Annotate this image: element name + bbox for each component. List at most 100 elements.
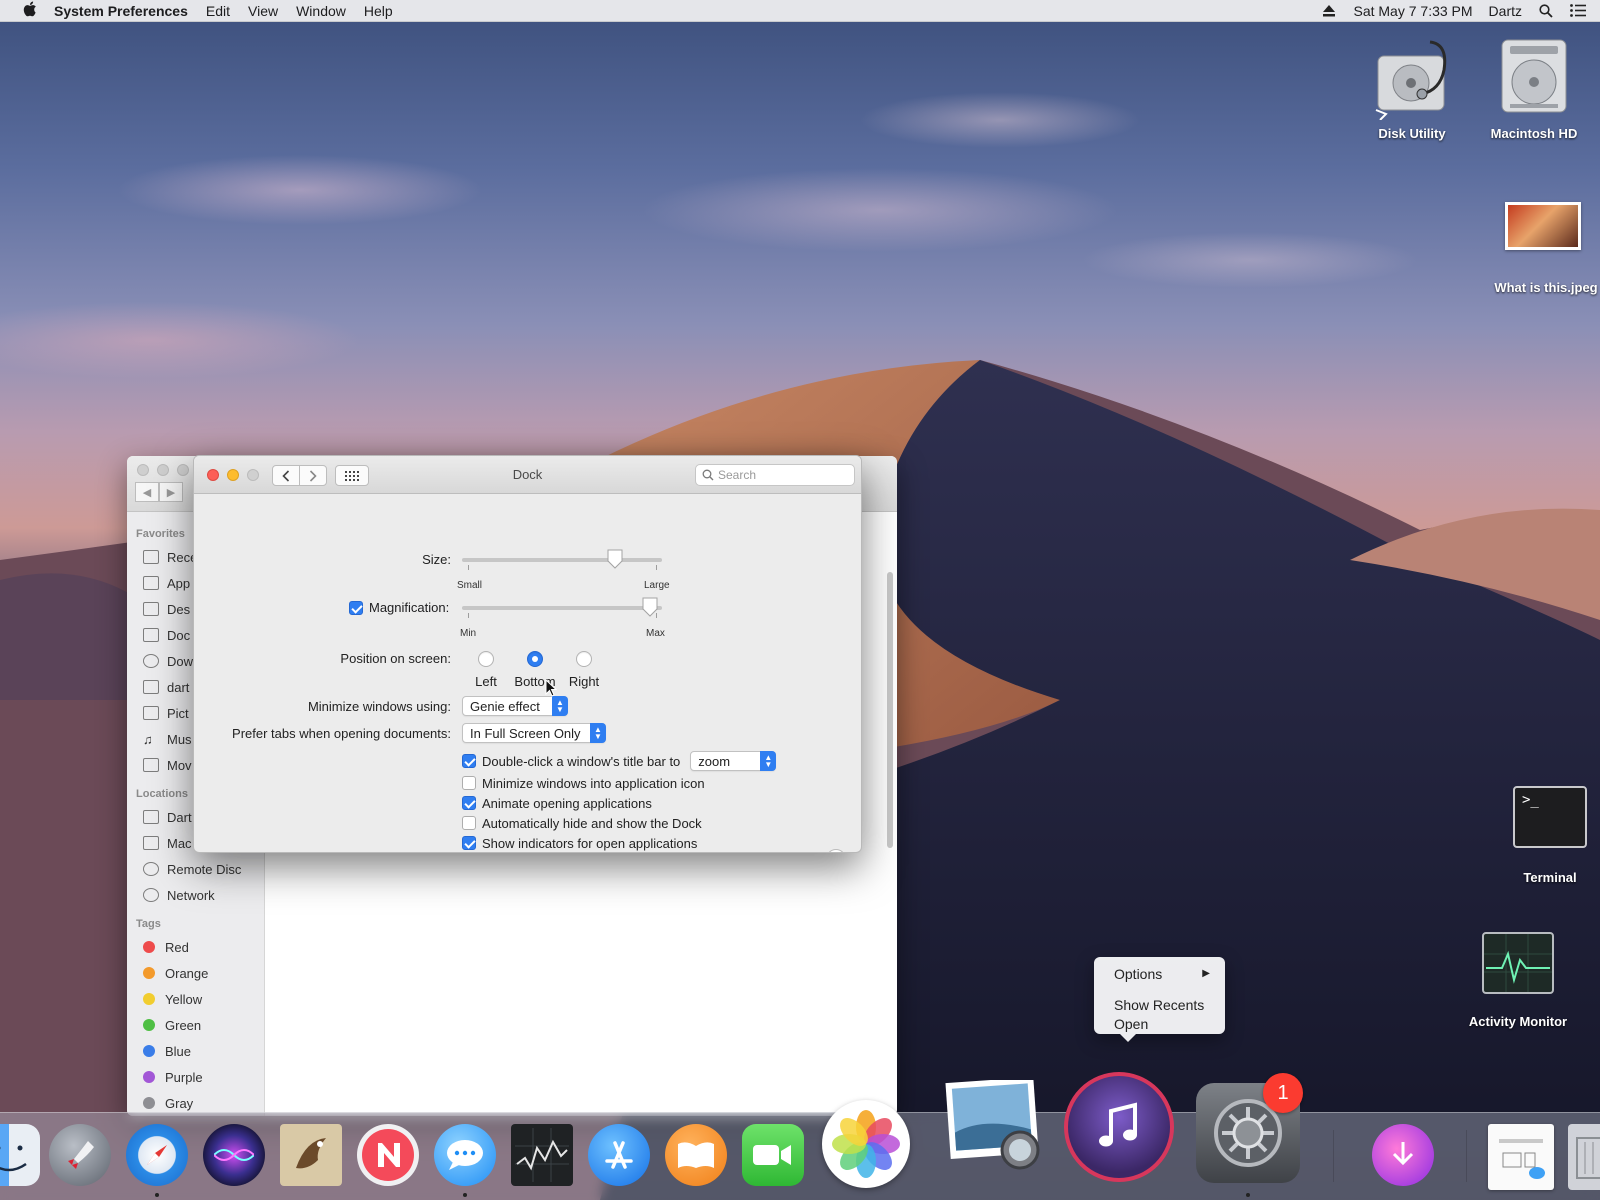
show-recents-label: Show Recents (1114, 997, 1205, 1013)
context-menu-show-recents[interactable]: Show Recents (1114, 997, 1210, 1013)
dock-facetime-icon[interactable] (742, 1124, 804, 1186)
mouse-pointer-icon (545, 679, 557, 697)
desktop-icon-activity-monitor[interactable]: Activity Monitor (1458, 932, 1578, 1029)
dock-books-icon[interactable] (665, 1124, 727, 1186)
apple-menu-icon[interactable] (20, 1, 40, 21)
dock-finder-icon[interactable] (0, 1124, 40, 1186)
dock-option-checkbox[interactable] (462, 796, 476, 810)
macintosh-hd-label: Macintosh HD (1490, 126, 1578, 141)
desktop-icon-macintosh-hd[interactable]: Macintosh HD (1474, 34, 1594, 141)
minimize-button[interactable] (227, 469, 239, 481)
eject-icon[interactable] (1321, 3, 1337, 19)
search-icon (702, 469, 714, 481)
position-right-radio[interactable] (576, 651, 592, 667)
menu-window[interactable]: Window (296, 3, 346, 19)
prefs-titlebar[interactable]: Dock (194, 456, 861, 494)
size-slider[interactable] (462, 548, 662, 572)
tag-label: Gray (165, 1095, 194, 1111)
finder-zoom-button[interactable] (177, 464, 189, 476)
dock-stocks-icon[interactable] (511, 1124, 573, 1186)
dock-safari-icon[interactable] (126, 1124, 188, 1186)
forward-button[interactable] (299, 465, 327, 486)
menu-help[interactable]: Help (364, 3, 393, 19)
finder-minimize-button[interactable] (157, 464, 169, 476)
desktop-icon-terminal[interactable]: >_ Terminal (1490, 786, 1600, 885)
dock-siri-icon[interactable] (203, 1124, 265, 1186)
terminal-label: Terminal (1523, 870, 1577, 885)
dock-launchpad-icon[interactable] (49, 1124, 111, 1186)
magnification-slider[interactable] (462, 596, 662, 620)
dock-preview-icon[interactable] (944, 1080, 1044, 1172)
back-button[interactable] (272, 465, 300, 486)
sidebar-tag-red[interactable]: Red (127, 934, 264, 960)
dock-news-icon[interactable] (357, 1124, 419, 1186)
dock-trash-icon[interactable] (1568, 1124, 1600, 1190)
prefer-tabs-popup[interactable]: In Full Screen Only ▲ ▼ (462, 723, 606, 743)
finder-back-button[interactable]: ◀ (135, 482, 159, 502)
show-all-button[interactable] (335, 465, 369, 486)
magnification-slider-thumb[interactable] (641, 597, 659, 617)
dock-document-icon[interactable] (1488, 1124, 1554, 1190)
position-bottom-radio[interactable] (527, 651, 543, 667)
dock-app-store-icon[interactable] (588, 1124, 650, 1186)
notification-center-icon[interactable] (1570, 3, 1586, 19)
dock-downloads-stack-icon[interactable] (1372, 1124, 1434, 1186)
pictures-icon (143, 706, 159, 720)
sidebar-item-label: Pict (167, 705, 189, 721)
help-button[interactable]: ? (826, 849, 846, 852)
dock-itunes-icon[interactable] (1064, 1072, 1174, 1182)
sidebar-tag-yellow[interactable]: Yellow (127, 986, 264, 1012)
desktop-icon-jpeg[interactable]: What is this.jpeg (1481, 202, 1600, 295)
search-input[interactable] (718, 468, 848, 482)
sidebar-item-network[interactable]: Network (127, 882, 264, 908)
magnification-control[interactable]: Magnification: (349, 600, 449, 615)
magnification-tick-min (468, 613, 469, 618)
clock[interactable]: Sat May 7 7:33 PM (1353, 3, 1472, 19)
double-click-action-popup[interactable]: zoom ▲ ▼ (690, 751, 777, 771)
menu-app-name[interactable]: System Preferences (54, 3, 188, 19)
sidebar-item-label: Dow (167, 653, 194, 669)
zoom-button[interactable] (247, 469, 259, 481)
size-tick-min (468, 565, 469, 570)
dock-option-checkbox[interactable] (462, 816, 476, 830)
dock-separator (1333, 1130, 1334, 1182)
prefer-tabs-label: Prefer tabs when opening documents: (232, 726, 451, 741)
size-small-caption: Small (457, 580, 483, 591)
sidebar-tag-blue[interactable]: Blue (127, 1038, 264, 1064)
minimize-effect-popup[interactable]: Genie effect ▲ ▼ (462, 696, 568, 716)
magnification-checkbox[interactable] (349, 600, 363, 615)
dock-mail-icon[interactable] (280, 1124, 342, 1186)
sidebar-item-remote-disc[interactable]: Remote Disc (127, 856, 264, 882)
dock-messages-icon[interactable] (434, 1124, 496, 1186)
sidebar-tag-purple[interactable]: Purple (127, 1064, 264, 1090)
dock-option-checkbox[interactable] (462, 836, 476, 850)
dock-context-menu: Options ▶ Show Recents Open (1094, 957, 1225, 1042)
position-left-radio[interactable] (478, 651, 494, 667)
dock-photos-icon[interactable] (822, 1100, 910, 1188)
menu-view[interactable]: View (248, 3, 278, 19)
close-button[interactable] (207, 469, 219, 481)
sidebar-tag-green[interactable]: Green (127, 1012, 264, 1038)
context-menu-options[interactable]: Options ▶ (1114, 966, 1210, 982)
sidebar-tag-orange[interactable]: Orange (127, 960, 264, 986)
user-menu[interactable]: Dartz (1489, 3, 1522, 19)
search-field[interactable] (695, 464, 855, 486)
finder-scrollbar[interactable] (887, 572, 893, 848)
finder-forward-button[interactable]: ▶ (159, 482, 183, 502)
dock-preferences-window[interactable]: Dock Size: Small Large Magnification: Mi… (193, 455, 862, 853)
dock-option-row: Automatically hide and show the Dock (462, 814, 702, 832)
size-slider-thumb[interactable] (606, 549, 624, 569)
sidebar-item-label: dart (167, 679, 190, 695)
spotlight-search-icon[interactable] (1538, 3, 1554, 19)
size-label: Size: (422, 552, 451, 567)
dock-option-label: Show indicators for open applications (482, 835, 698, 851)
network-globe-icon (143, 888, 159, 902)
magnification-slider-track (462, 606, 662, 610)
finder-close-button[interactable] (137, 464, 149, 476)
dock-option-checkbox[interactable] (462, 776, 476, 790)
desktop-icon-disk-utility[interactable]: Disk Utility (1352, 34, 1472, 141)
menu-edit[interactable]: Edit (206, 3, 230, 19)
double-click-checkbox[interactable] (462, 754, 476, 768)
context-menu-open[interactable]: Open (1114, 1016, 1210, 1032)
size-tick-max (656, 565, 657, 570)
